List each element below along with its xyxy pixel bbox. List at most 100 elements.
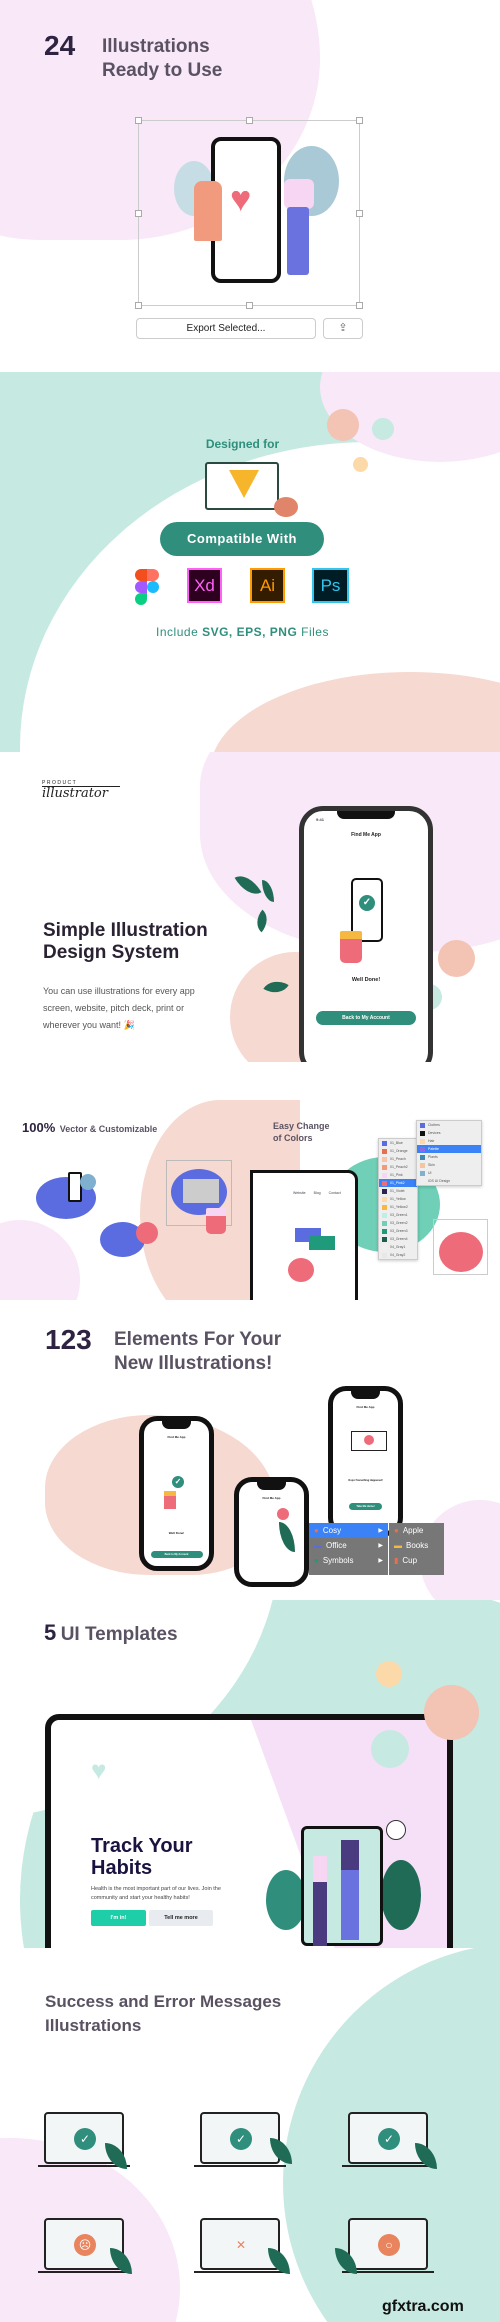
cart-icon (136, 1222, 158, 1244)
menu-item-office[interactable]: ▬ Office ▶ (309, 1538, 388, 1553)
back-to-account-button[interactable]: Back to My Account (150, 1551, 203, 1558)
nav-website[interactable]: Website (293, 1191, 306, 1195)
export-selected-button[interactable]: Export Selected... (136, 318, 316, 339)
apple (439, 1232, 483, 1272)
menu-item[interactable]: 03_Green4 (379, 1235, 417, 1243)
colors-headline: Easy Change of Colors (273, 1120, 330, 1144)
menu-item[interactable]: 04_Gray1 (379, 1243, 417, 1251)
palette-menu[interactable]: 01_Blue 01_Orange 01_Peach 01_Peach2 01_… (378, 1138, 418, 1260)
submenu-item-apple[interactable]: ● Apple (389, 1523, 444, 1538)
resize-handle[interactable] (356, 117, 363, 124)
leaf (279, 1522, 295, 1552)
menu-item-selected[interactable]: Palette (417, 1145, 481, 1153)
colors-line2: of Colors (273, 1133, 313, 1143)
designed-for-label: Designed for (205, 437, 280, 451)
submenu-item-cup[interactable]: ▮ Cup (389, 1553, 444, 1568)
menu-item[interactable]: UI (417, 1169, 481, 1177)
hero-title: Track Your Habits (91, 1835, 193, 1879)
selection-box[interactable] (433, 1219, 488, 1275)
man-legs (287, 207, 309, 275)
laptop (183, 1179, 219, 1203)
menu-item[interactable]: 01_Peach (379, 1155, 417, 1163)
submenu-item-books[interactable]: ▬ Books (389, 1538, 444, 1553)
menu-item-selected[interactable]: 01_Pink2 (379, 1179, 417, 1187)
menu-item[interactable]: 01_Pink (379, 1171, 417, 1179)
clock-icon (386, 1820, 406, 1840)
hero-title-line2: Ready to Use (102, 60, 223, 81)
resize-handle[interactable] (135, 302, 142, 309)
resize-handle[interactable] (135, 210, 142, 217)
menu-item[interactable]: Skin (417, 1161, 481, 1169)
figma-icon (135, 569, 159, 605)
woman-figure (313, 1856, 327, 1946)
logo-script: illustrator (42, 786, 108, 801)
x-icon: ✕ (235, 2238, 247, 2252)
web-nav: Website Blog Contact (293, 1191, 341, 1195)
dot (80, 1174, 96, 1190)
error-message-1: ☹ (38, 2218, 130, 2273)
menu-item[interactable]: 04_Gray2 (379, 1251, 417, 1259)
elements-title: Elements For Your New Illustrations! (114, 1328, 281, 1376)
phone-illustration (68, 1172, 82, 1202)
menu-item[interactable]: 03_Green2 (379, 1219, 417, 1227)
submenu[interactable]: ● Apple ▬ Books ▮ Cup (389, 1523, 444, 1575)
compatibility-section: Designed for Compatible With Xd Ai Ps In… (0, 372, 500, 752)
back-to-account-button[interactable]: Back to My Account (316, 1011, 416, 1025)
heart-icon: ♥ (91, 1755, 107, 1785)
templates-count: 5 (44, 1620, 57, 1645)
menu-item[interactable]: 01_Blue (379, 1139, 417, 1147)
title-line2: Illustrations (45, 2016, 142, 2035)
resize-handle[interactable] (356, 210, 363, 217)
card-icon: ▬ (314, 1541, 322, 1550)
hero-count: 24 (44, 30, 76, 61)
resize-handle[interactable] (135, 117, 142, 124)
share-button[interactable]: ⇪ (323, 318, 363, 339)
photoshop-icon: Ps (312, 568, 349, 603)
status-time: 9:41 (316, 817, 325, 822)
layers-menu[interactable]: Clothes Devices Hair Palette Plants Skin… (416, 1120, 482, 1186)
menu-item[interactable]: 01_Violet (379, 1187, 417, 1195)
resize-handle[interactable] (246, 117, 253, 124)
menu-item[interactable]: Devices (417, 1129, 481, 1137)
cup (206, 1208, 226, 1234)
nav-blog[interactable]: Blog (314, 1191, 321, 1195)
error-message-2: ✕ (194, 2218, 286, 2273)
menu-item-symbols[interactable]: ● Symbols ▶ (309, 1553, 388, 1568)
templates-title: UI Templates (60, 1624, 178, 1645)
messages-title: Success and Error Messages Illustrations (45, 1990, 281, 2038)
resize-handle[interactable] (246, 302, 253, 309)
apple (274, 497, 298, 517)
nav-contact[interactable]: Contact (329, 1191, 341, 1195)
phone-success: Find Me App ✓ Well Done! Back to My Acco… (139, 1416, 214, 1571)
illustrator-icon: Ai (250, 568, 285, 603)
im-in-button[interactable]: I'm in! (91, 1910, 146, 1926)
menu-item-cosy[interactable]: ● Cosy ▶ (309, 1523, 388, 1538)
check-icon: ✓ (230, 2128, 252, 2150)
check-icon: ✓ (74, 2128, 96, 2150)
resize-handle[interactable] (356, 302, 363, 309)
menu-item[interactable]: Clothes (417, 1121, 481, 1129)
title-line2: New Illustrations! (114, 1353, 273, 1374)
menu-item[interactable]: 03_Green3 (379, 1227, 417, 1235)
menu-item[interactable]: 01_Orange (379, 1147, 417, 1155)
elements-section: 123 Elements For Your New Illustrations!… (0, 1300, 500, 1600)
category-menu[interactable]: ● Cosy ▶ ▬ Office ▶ ● Symbols ▶ (309, 1523, 388, 1575)
dot (277, 1508, 289, 1520)
menu-item[interactable]: 03_Green1 (379, 1211, 417, 1219)
tell-me-more-button[interactable]: Tell me more (149, 1910, 213, 1926)
sketch-icon (229, 470, 259, 498)
phone-mockup: 9:41 Find Me App ✓ Well Done! Back to My… (299, 806, 433, 1062)
take-me-home-button[interactable]: Take Me Home! (349, 1503, 382, 1510)
menu-item[interactable]: 01_Yellow (379, 1195, 417, 1203)
menu-item[interactable]: iOS UI Design (417, 1177, 481, 1185)
menu-item[interactable]: Plants (417, 1153, 481, 1161)
menu-item[interactable]: 01_Peach2 (379, 1163, 417, 1171)
success-message-2: ✓ (194, 2112, 286, 2167)
cup (340, 931, 362, 963)
app-title: Find Me App (262, 1496, 281, 1500)
selection-box[interactable]: ♥ (135, 117, 363, 309)
menu-item[interactable]: Hair (417, 1137, 481, 1145)
menu-item[interactable]: 01_Yellow2 (379, 1203, 417, 1211)
formats: SVG, EPS, PNG (202, 625, 298, 639)
phone-illustration: Find Me App (234, 1477, 309, 1587)
